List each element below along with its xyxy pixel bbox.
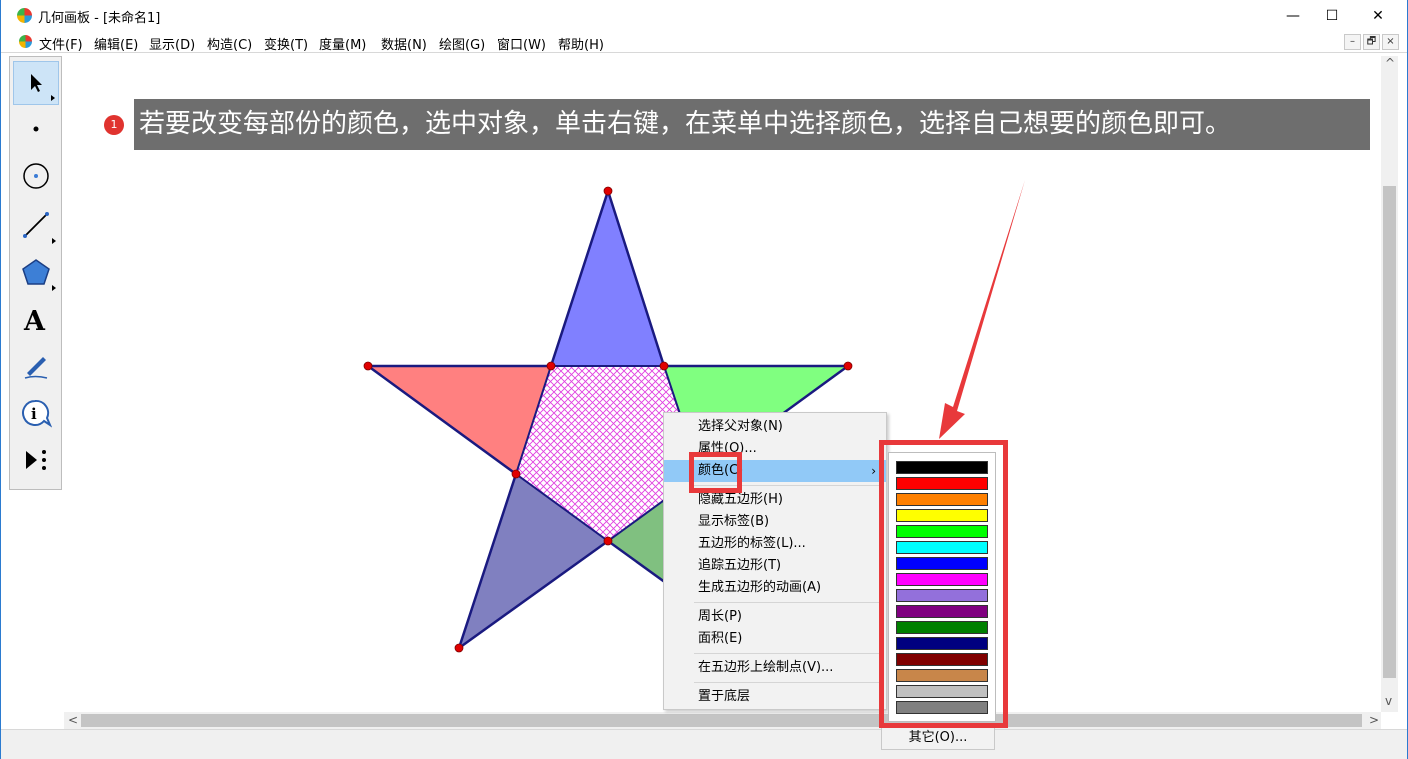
pentagon-icon — [22, 259, 50, 285]
custom-tool[interactable] — [13, 438, 59, 482]
marker-tool[interactable] — [13, 344, 59, 388]
vertex-point[interactable] — [659, 361, 669, 371]
doc-restore-button[interactable]: 🗗 — [1363, 34, 1380, 50]
document-icon[interactable] — [19, 35, 32, 48]
window-title: 几何画板 - [未命名1] — [38, 11, 161, 26]
vertex-point[interactable] — [843, 361, 853, 371]
menu-item-area[interactable]: 面积(E) — [664, 628, 886, 650]
scroll-down-arrow-icon[interactable]: v — [1385, 694, 1392, 708]
menu-separator — [694, 602, 882, 603]
point-tool[interactable] — [13, 107, 59, 151]
vertex-point[interactable] — [603, 186, 613, 196]
menu-item-trace-pentagon[interactable]: 追踪五边形(T) — [664, 555, 886, 577]
step-number-badge: 1 — [104, 115, 124, 135]
menu-file[interactable]: 文件(F) — [39, 34, 83, 53]
menu-edit[interactable]: 编辑(E) — [94, 34, 138, 53]
menu-window[interactable]: 窗口(W) — [497, 34, 546, 53]
doc-close-button[interactable]: × — [1382, 34, 1399, 50]
scroll-right-arrow-icon[interactable]: > — [1369, 713, 1379, 727]
horizontal-scrollbar[interactable]: < > — [64, 712, 1381, 729]
menu-item-show-label[interactable]: 显示标签(B) — [664, 511, 886, 533]
menu-item-label: 面积(E) — [698, 631, 743, 646]
app-window: 几何画板 - [未命名1] — ☐ ✕ 文件(F) 编辑(E) 显示(D) 构造… — [0, 0, 1408, 759]
arrow-select-tool[interactable] — [13, 61, 59, 105]
doc-minimize-button[interactable]: – — [1344, 34, 1361, 50]
vertex-point[interactable] — [363, 361, 373, 371]
point-icon — [33, 126, 39, 132]
vertex-point[interactable] — [511, 469, 521, 479]
menu-graph[interactable]: 绘图(G) — [439, 34, 485, 53]
menu-item-label: 显示标签(B) — [698, 514, 770, 529]
menu-measure[interactable]: 度量(M) — [319, 34, 366, 53]
menu-transform[interactable]: 变换(T) — [264, 34, 308, 53]
color-item-highlight-box — [689, 452, 742, 493]
play-more-icon — [26, 450, 46, 470]
menu-item-animate-pentagon[interactable]: 生成五边形的动画(A) — [664, 577, 886, 599]
tool-expand-icon — [51, 95, 55, 101]
instruction-callout: 若要改变每部份的颜色，选中对象，单击右键，在菜单中选择颜色，选择自己想要的颜色即… — [134, 99, 1370, 150]
scroll-left-arrow-icon[interactable]: < — [68, 713, 78, 727]
marker-pen-icon — [24, 357, 48, 379]
menu-item-label: 隐藏五边形(H) — [698, 492, 783, 507]
horizontal-scroll-thumb[interactable] — [81, 714, 1362, 727]
polygon-tool[interactable] — [13, 250, 59, 294]
menu-separator — [694, 682, 882, 683]
geometry-app-icon — [17, 8, 32, 23]
toolbox: A i — [9, 56, 62, 490]
palette-highlight-box — [879, 440, 1008, 728]
status-bar — [1, 729, 1407, 759]
menu-item-plot-point[interactable]: 在五边形上绘制点(V)... — [664, 657, 886, 679]
other-color-button[interactable]: 其它(O)... — [881, 726, 995, 750]
menu-bar: 文件(F) 编辑(E) 显示(D) 构造(C) 变换(T) 度量(M) 数据(N… — [1, 31, 1407, 53]
circle-icon — [23, 163, 49, 189]
menu-number[interactable]: 数据(N) — [381, 34, 427, 53]
information-tool[interactable]: i — [13, 391, 59, 435]
menu-display[interactable]: 显示(D) — [149, 34, 195, 53]
menu-item-perimeter[interactable]: 周长(P) — [664, 606, 886, 628]
menu-item-pentagon-label[interactable]: 五边形的标签(L)... — [664, 533, 886, 555]
submenu-chevron-icon: › — [871, 464, 876, 478]
segment-icon — [23, 212, 49, 238]
vertical-scrollbar[interactable]: ^ v — [1381, 56, 1398, 712]
compass-tool[interactable] — [13, 154, 59, 198]
menu-item-select-parents[interactable]: 选择父对象(N) — [664, 416, 886, 438]
straightedge-tool[interactable] — [13, 203, 59, 247]
maximize-button[interactable]: ☐ — [1309, 0, 1355, 31]
text-tool[interactable]: A — [13, 297, 59, 341]
menu-item-label: 五边形的标签(L)... — [698, 536, 806, 551]
star-top-triangle[interactable] — [551, 191, 664, 366]
menu-item-send-to-back[interactable]: 置于底层 — [664, 686, 886, 708]
tool-expand-icon — [52, 285, 56, 291]
title-bar: 几何画板 - [未命名1] — ☐ ✕ — [1, 0, 1407, 31]
annotation-arrow-icon — [939, 180, 1025, 439]
vertex-point[interactable] — [454, 643, 464, 653]
menu-item-label: 生成五边形的动画(A) — [698, 580, 822, 595]
menu-item-label: 选择父对象(N) — [698, 419, 783, 434]
close-button[interactable]: ✕ — [1355, 0, 1401, 31]
menu-separator — [694, 653, 882, 654]
menu-item-label: 置于底层 — [698, 689, 751, 704]
tool-expand-icon — [52, 238, 56, 244]
menu-construct[interactable]: 构造(C) — [207, 34, 252, 53]
text-a-icon: A — [23, 306, 46, 334]
menu-help[interactable]: 帮助(H) — [558, 34, 604, 53]
vertical-scroll-thumb[interactable] — [1383, 186, 1396, 678]
svg-text:i: i — [31, 405, 37, 423]
info-bubble-icon: i — [22, 399, 52, 428]
menu-item-label: 在五边形上绘制点(V)... — [698, 660, 834, 675]
svg-text:A: A — [23, 306, 46, 334]
pointer-arrow-icon — [31, 74, 42, 92]
menu-item-label: 追踪五边形(T) — [698, 558, 782, 573]
scroll-up-arrow-icon[interactable]: ^ — [1385, 56, 1395, 70]
vertex-point[interactable] — [546, 361, 556, 371]
vertex-point[interactable] — [603, 536, 613, 546]
menu-item-label: 周长(P) — [698, 609, 742, 624]
